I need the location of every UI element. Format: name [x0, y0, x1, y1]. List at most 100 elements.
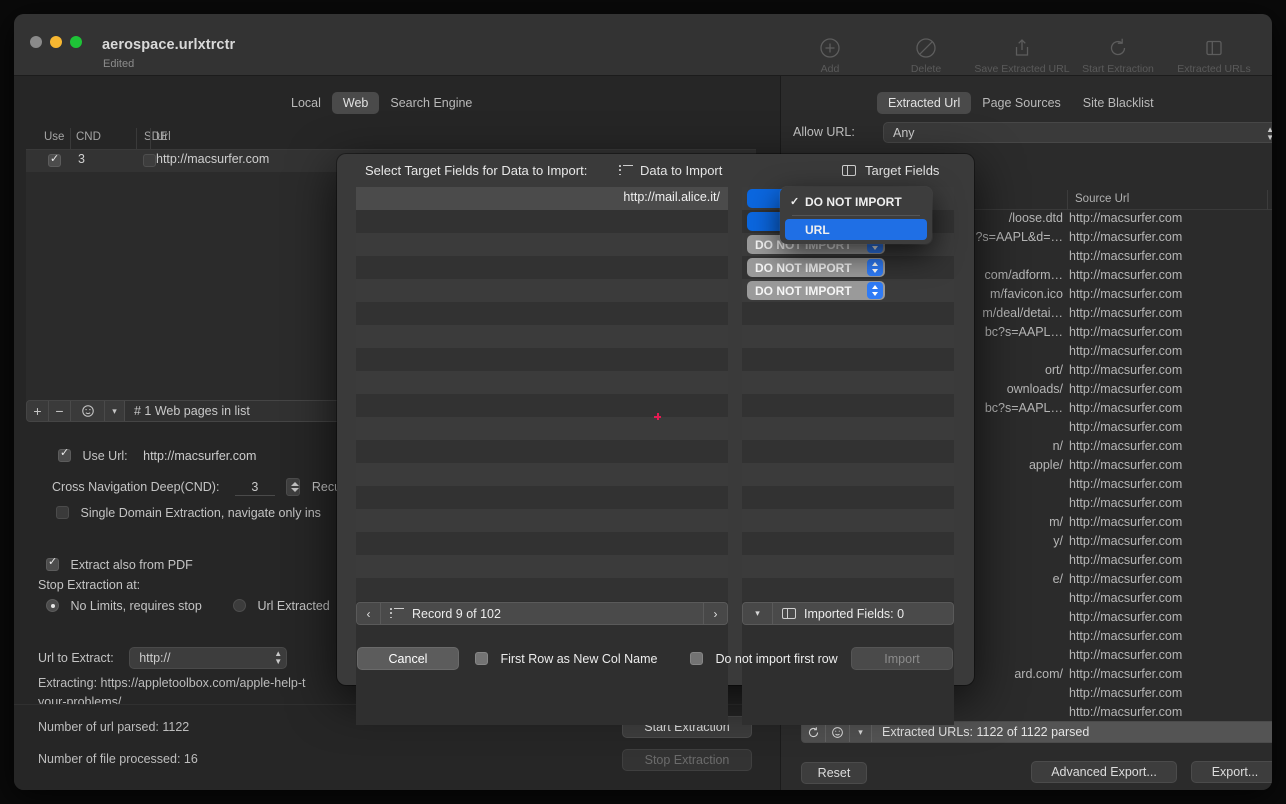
chevron-down-icon[interactable]: ▾: [850, 722, 872, 742]
list-item[interactable]: [742, 555, 954, 578]
dropdown-item-url[interactable]: URL: [785, 219, 927, 240]
column-header-use[interactable]: Use: [44, 131, 64, 143]
row-sde-checkbox[interactable]: [143, 154, 156, 167]
list-item[interactable]: [742, 348, 954, 371]
list-item[interactable]: [356, 325, 728, 348]
minimize-button[interactable]: [50, 36, 62, 48]
allow-url-select[interactable]: Any ▲▼: [883, 122, 1272, 143]
url-to-extract-select[interactable]: http:// ▲▼: [129, 647, 287, 669]
list-item[interactable]: DO NOT IMPORT: [742, 256, 954, 279]
do-not-import-first-row-option[interactable]: Do not import first row: [690, 650, 838, 668]
gear-action-icon[interactable]: [826, 722, 850, 742]
row-source-url: http://macsurfer.com: [1069, 515, 1182, 529]
list-item[interactable]: [356, 463, 728, 486]
list-item[interactable]: [356, 440, 728, 463]
record-navigation-bar[interactable]: ‹ Record 9 of 102 ›: [356, 602, 728, 625]
column-header-cnd[interactable]: CND: [76, 131, 101, 143]
list-item[interactable]: http://mail.alice.it/: [356, 187, 728, 210]
tab-web[interactable]: Web: [332, 92, 379, 114]
list-item[interactable]: [356, 532, 728, 555]
right-pane-tabs[interactable]: Extracted Url Page Sources Site Blacklis…: [877, 92, 1165, 114]
extract-pdf-checkbox[interactable]: [46, 558, 59, 571]
gear-action-icon[interactable]: [71, 401, 105, 421]
use-url-input[interactable]: http://macsurfer.com: [143, 449, 256, 463]
add-list-item-button[interactable]: +: [27, 401, 49, 421]
stop-option-url-extracted[interactable]: Url Extracted: [233, 599, 330, 613]
tab-local[interactable]: Local: [280, 92, 332, 114]
toolbar-delete-button[interactable]: Delete: [878, 36, 974, 75]
list-item[interactable]: [742, 440, 954, 463]
list-item[interactable]: [742, 325, 954, 348]
first-row-as-col-name-checkbox[interactable]: [475, 652, 488, 665]
list-item[interactable]: [742, 578, 954, 601]
list-item[interactable]: [356, 256, 728, 279]
list-item[interactable]: [742, 486, 954, 509]
first-row-as-col-name-option[interactable]: First Row as New Col Name: [475, 650, 657, 668]
list-item[interactable]: [742, 394, 954, 417]
cancel-button[interactable]: Cancel: [357, 647, 459, 670]
zoom-button[interactable]: [70, 36, 82, 48]
no-limits-radio[interactable]: [46, 599, 59, 612]
window-traffic-lights[interactable]: [30, 36, 82, 48]
list-item[interactable]: DO NOT IMPORT: [742, 279, 954, 302]
list-item[interactable]: [356, 348, 728, 371]
url-to-extract-value: http://: [139, 651, 170, 665]
url-extracted-radio[interactable]: [233, 599, 246, 612]
list-item[interactable]: [356, 486, 728, 509]
column-header-url[interactable]: Url: [156, 131, 171, 143]
list-item[interactable]: [356, 555, 728, 578]
toolbar-save-extracted-url-button[interactable]: Save Extracted URL: [974, 36, 1070, 75]
target-field-popup-button[interactable]: DO NOT IMPORT: [747, 258, 885, 277]
list-item[interactable]: [356, 302, 728, 325]
row-use-checkbox[interactable]: [48, 154, 61, 167]
target-field-popup-button[interactable]: DO NOT IMPORT: [747, 281, 885, 300]
list-item[interactable]: [356, 394, 728, 417]
list-item[interactable]: [356, 279, 728, 302]
next-record-button[interactable]: ›: [703, 603, 727, 624]
remove-list-item-button[interactable]: −: [49, 401, 71, 421]
import-button[interactable]: Import: [851, 647, 953, 670]
imported-fields-bar[interactable]: ▾ Imported Fields: 0: [742, 602, 954, 625]
chevron-down-icon[interactable]: ▾: [105, 401, 125, 421]
app-window: aerospace.urlxtrctr Edited Add Delete: [14, 14, 1272, 790]
list-item[interactable]: [742, 371, 954, 394]
list-item[interactable]: [742, 532, 954, 555]
refresh-icon[interactable]: [802, 722, 826, 742]
row-source-url: http://macsurfer.com: [1069, 667, 1182, 681]
cnd-stepper[interactable]: [286, 478, 300, 496]
cnd-input[interactable]: 3: [235, 480, 275, 496]
do-not-import-first-row-checkbox[interactable]: [690, 652, 703, 665]
list-item[interactable]: [356, 210, 728, 233]
tab-extracted-url[interactable]: Extracted Url: [877, 92, 971, 114]
tab-page-sources[interactable]: Page Sources: [971, 92, 1072, 114]
export-button[interactable]: Export...: [1191, 761, 1272, 783]
list-item[interactable]: [356, 417, 728, 440]
list-item[interactable]: [742, 509, 954, 532]
stop-extraction-button[interactable]: Stop Extraction: [622, 749, 752, 771]
tab-site-blacklist[interactable]: Site Blacklist: [1072, 92, 1165, 114]
previous-record-button[interactable]: ‹: [357, 603, 381, 624]
list-item[interactable]: [742, 302, 954, 325]
use-url-checkbox[interactable]: [58, 449, 71, 462]
source-type-tabs[interactable]: Local Web Search Engine: [280, 92, 483, 114]
single-domain-checkbox[interactable]: [56, 506, 69, 519]
list-item[interactable]: [742, 463, 954, 486]
toolbar-add-button[interactable]: Add: [782, 36, 878, 75]
chevron-down-icon[interactable]: ▾: [743, 603, 773, 624]
list-item[interactable]: [742, 417, 954, 440]
tab-search-engine[interactable]: Search Engine: [379, 92, 483, 114]
column-header-source-url[interactable]: Source Url: [1075, 193, 1129, 205]
list-item[interactable]: [356, 509, 728, 532]
dropdown-item-do-not-import[interactable]: ✓ DO NOT IMPORT: [780, 191, 932, 212]
single-domain-row: Single Domain Extraction, navigate only …: [56, 506, 321, 520]
list-item[interactable]: [356, 233, 728, 256]
target-field-dropdown-menu[interactable]: ✓ DO NOT IMPORT URL: [780, 187, 932, 244]
close-button[interactable]: [30, 36, 42, 48]
toolbar-extracted-urls-button[interactable]: Extracted URLs: [1166, 36, 1262, 75]
toolbar-start-extraction-button[interactable]: Start Extraction: [1070, 36, 1166, 75]
list-item[interactable]: [356, 578, 728, 601]
stop-option-no-limits[interactable]: No Limits, requires stop: [46, 599, 202, 613]
advanced-export-button[interactable]: Advanced Export...: [1031, 761, 1177, 783]
list-item[interactable]: [356, 371, 728, 394]
reset-button[interactable]: Reset: [801, 762, 867, 784]
